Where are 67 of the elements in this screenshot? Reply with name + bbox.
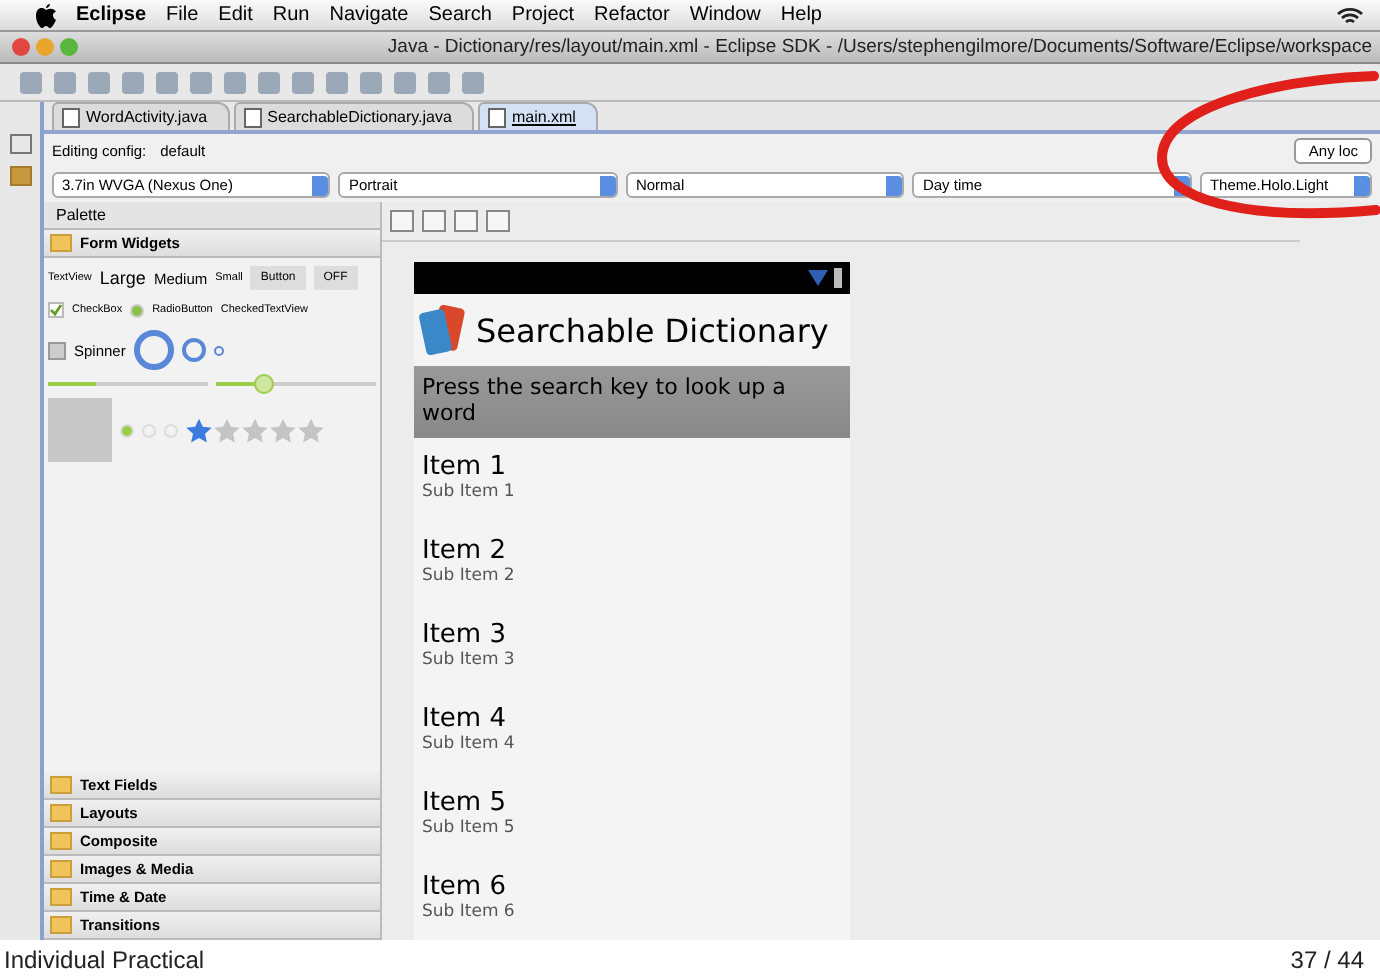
- progress-ring-icon[interactable]: [181, 338, 206, 362]
- radio-icon[interactable]: [130, 303, 145, 317]
- list-item-title[interactable]: Item 5: [422, 788, 506, 818]
- list-item-subtitle: Sub Item 6: [422, 902, 515, 922]
- large-text-sample[interactable]: Large: [99, 268, 146, 288]
- menu-item[interactable]: Edit: [218, 4, 253, 26]
- menu-item[interactable]: Refactor: [594, 4, 670, 26]
- list-item-subtitle: Sub Item 5: [422, 818, 515, 838]
- toolbar-icon[interactable]: [156, 71, 178, 93]
- star-icon: [242, 417, 268, 443]
- image-placeholder[interactable]: [48, 398, 112, 462]
- layout-toggle-icon[interactable]: [390, 210, 414, 232]
- menu-item[interactable]: Project: [511, 4, 575, 26]
- toolbar-icon[interactable]: [20, 71, 42, 93]
- slide-number: 37 / 44: [1290, 946, 1364, 974]
- list-item-subtitle: Sub Item 1: [422, 482, 515, 502]
- toolbar-icon[interactable]: [428, 71, 450, 93]
- toolbar-icon[interactable]: [394, 71, 416, 93]
- editor-tab[interactable]: SearchableDictionary.java: [233, 102, 474, 130]
- progress-ring-icon[interactable]: [213, 345, 224, 355]
- list-item-subtitle: Sub Item 2: [422, 566, 515, 586]
- editor-tab[interactable]: main.xml: [477, 102, 598, 130]
- list-item-title[interactable]: Item 2: [422, 536, 506, 566]
- list-item-subtitle: Sub Item 4: [422, 734, 515, 754]
- signal-icon: [808, 270, 828, 286]
- star-icon: [214, 417, 240, 443]
- toolbar-icon[interactable]: [190, 71, 212, 93]
- star-icon: [298, 417, 324, 443]
- toolbar-icon[interactable]: [224, 71, 246, 93]
- rating-bar[interactable]: [186, 417, 324, 443]
- palette-header[interactable]: Palette: [44, 202, 380, 230]
- app-title: Searchable Dictionary: [476, 311, 829, 349]
- list-item-subtitle: Sub Item 3: [422, 650, 515, 670]
- list-item-title[interactable]: Item 3: [422, 620, 506, 650]
- menu-item[interactable]: Window: [689, 4, 761, 26]
- page-dot-icon[interactable]: [120, 423, 134, 437]
- menu-item[interactable]: Help: [780, 4, 822, 26]
- list-item-title[interactable]: Item 1: [422, 452, 506, 482]
- layout-toggle-icon[interactable]: [422, 210, 446, 232]
- toolbar-icon[interactable]: [258, 71, 280, 93]
- search-hint: Press the search key to look up a word: [414, 366, 850, 438]
- apple-icon[interactable]: [36, 3, 56, 27]
- books-icon: [418, 302, 470, 358]
- app-menu[interactable]: Eclipse: [76, 4, 147, 26]
- toolbar-icon[interactable]: [54, 71, 76, 93]
- wifi-icon[interactable]: [1336, 5, 1364, 25]
- list-item-title[interactable]: Item 6: [422, 872, 506, 902]
- window-title: Java - Dictionary/res/layout/main.xml - Eclipse SDK - /Users/stephengilmore/Documents/Software/Eclipse/workspace: [385, 36, 1374, 58]
- slide-title: Individual Practical: [4, 946, 205, 974]
- toolbar-icon[interactable]: [88, 71, 110, 93]
- menu-item[interactable]: Search: [428, 4, 492, 26]
- battery-icon: [834, 268, 842, 288]
- list-item-title[interactable]: Item 4: [422, 704, 506, 734]
- toolbar-icon[interactable]: [462, 71, 484, 93]
- checkbox-icon[interactable]: [48, 302, 64, 318]
- menu-item[interactable]: Run: [272, 4, 310, 26]
- menu-item[interactable]: File: [166, 4, 199, 26]
- toolbar-icon[interactable]: [122, 71, 144, 93]
- toolbar-icon[interactable]: [360, 71, 382, 93]
- toolbar-icon[interactable]: [292, 71, 314, 93]
- editor-tab[interactable]: WordActivity.java: [52, 102, 230, 130]
- menu-item[interactable]: Navigate: [329, 4, 409, 26]
- seek-thumb[interactable]: [254, 374, 274, 394]
- star-icon: [186, 417, 212, 443]
- star-icon: [270, 417, 296, 443]
- progress-ring-icon[interactable]: [133, 330, 174, 370]
- toolbar-icon[interactable]: [326, 71, 348, 93]
